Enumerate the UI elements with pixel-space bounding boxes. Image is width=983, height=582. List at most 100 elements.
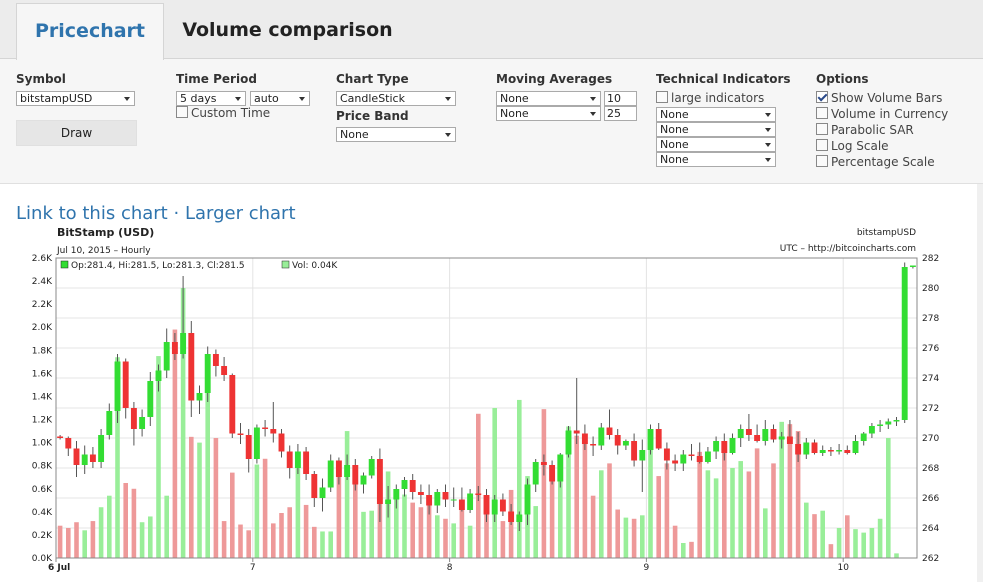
- candle-body: [852, 441, 859, 453]
- candle-body: [868, 426, 875, 434]
- time-period-select[interactable]: 5 days: [176, 91, 246, 106]
- candle-body: [844, 450, 851, 453]
- volume-bar: [230, 472, 235, 558]
- candle-body: [639, 450, 646, 461]
- indicator-select-4[interactable]: None: [656, 152, 776, 167]
- candle-body: [98, 435, 105, 462]
- symbol-select[interactable]: bitstampUSD: [16, 91, 135, 106]
- volume-bar: [57, 525, 63, 558]
- candle-body: [344, 465, 351, 477]
- volume-bar: [615, 509, 620, 558]
- indicator-select-2[interactable]: None: [656, 122, 776, 137]
- candle-body: [106, 411, 113, 435]
- percentage-scale-checkbox[interactable]: [816, 155, 828, 167]
- candle-body: [327, 460, 334, 488]
- large-indicators-checkbox[interactable]: [656, 91, 668, 103]
- candle-body: [647, 429, 654, 450]
- volume-bar: [131, 488, 137, 558]
- volume-bar: [238, 524, 243, 558]
- candle-body: [401, 480, 408, 489]
- volume-bar: [517, 399, 522, 558]
- ma1-period-input[interactable]: 10: [604, 91, 637, 106]
- price-tick-label: 268: [922, 464, 939, 474]
- chart-type-select[interactable]: CandleStick: [336, 91, 456, 106]
- chart-controls: Symbol bitstampUSD Draw Time Period 5 da…: [0, 60, 983, 184]
- volume-tick-label: 1.0K: [32, 439, 53, 449]
- indicator-select-1[interactable]: None: [656, 107, 776, 122]
- candle-body: [704, 451, 711, 462]
- large-indicators-label: large indicators: [671, 91, 765, 105]
- volume-bar: [541, 409, 547, 558]
- volume-bar: [787, 424, 793, 558]
- volume-bar: [672, 525, 678, 558]
- volume-bar: [303, 504, 309, 558]
- time-period-label: Time Period: [176, 72, 257, 86]
- technical-indicators-label: Technical Indicators: [656, 72, 791, 86]
- volume-bar: [123, 483, 128, 558]
- price-tick-label: 276: [922, 344, 939, 354]
- parabolic-sar-checkbox[interactable]: [816, 123, 828, 135]
- volume-bar: [279, 513, 284, 558]
- larger-chart-link[interactable]: Larger chart: [185, 203, 296, 224]
- page-scrollbar[interactable]: [977, 184, 983, 582]
- indicator-select-3[interactable]: None: [656, 137, 776, 152]
- link-to-chart[interactable]: Link to this chart: [16, 203, 168, 224]
- volume-bar: [254, 464, 260, 558]
- candle-body: [631, 441, 638, 461]
- price-band-select[interactable]: None: [336, 127, 456, 142]
- volume-tick-label: 0.8K: [32, 462, 53, 472]
- volume-bar: [66, 528, 71, 558]
- candle-body: [901, 267, 908, 420]
- volume-bar: [640, 515, 645, 558]
- candle-body: [614, 435, 621, 446]
- candle-body: [303, 451, 310, 474]
- candle-body: [877, 424, 884, 426]
- candle-body: [573, 430, 580, 434]
- candle-body: [73, 448, 80, 465]
- candle-body: [221, 366, 228, 375]
- candle-body: [688, 454, 695, 456]
- volume-bar: [869, 528, 875, 558]
- draw-button[interactable]: Draw: [16, 120, 137, 146]
- volume-tick-label: 1.2K: [32, 416, 53, 426]
- link-separator: ·: [173, 203, 180, 224]
- interval-select[interactable]: auto: [250, 91, 310, 106]
- candle-body: [385, 499, 392, 504]
- price-chart: 282 280 278 276 274 272 270 268 266 264 262 2.6K 2.4…: [32, 226, 940, 573]
- volume-bar: [410, 502, 415, 558]
- candle-body: [770, 429, 777, 440]
- price-tick-label: 266: [922, 494, 939, 504]
- volume-bar: [533, 506, 538, 558]
- tab-bar: Pricechart Volume comparison: [0, 0, 983, 60]
- show-volume-bars-checkbox[interactable]: [816, 91, 828, 103]
- tab-pricechart[interactable]: Pricechart: [16, 3, 164, 60]
- volume-bar: [205, 389, 210, 558]
- candle-body: [885, 421, 892, 425]
- volume-tick-label: 1.8K: [32, 346, 53, 356]
- volume-bar: [90, 521, 96, 558]
- ma1-type-select[interactable]: None: [496, 91, 601, 106]
- candle-body: [491, 499, 498, 515]
- volume-bar: [582, 438, 588, 558]
- candle-body: [270, 429, 277, 434]
- candle-body: [483, 495, 490, 515]
- price-tick-label: 270: [922, 434, 939, 444]
- x-tick-label: 6 Jul: [48, 563, 70, 573]
- price-tick-label: 274: [922, 374, 939, 384]
- custom-time-checkbox[interactable]: [176, 106, 188, 118]
- candle-body: [499, 499, 506, 512]
- candle-body: [467, 493, 474, 510]
- ma2-type-select[interactable]: None: [496, 106, 601, 121]
- price-band-label: Price Band: [336, 109, 409, 123]
- volume-bar: [894, 553, 899, 558]
- candle-body: [294, 451, 301, 468]
- candle-body: [549, 465, 556, 482]
- volume-in-currency-checkbox[interactable]: [816, 107, 828, 119]
- moving-averages-label: Moving Averages: [496, 72, 613, 86]
- candle-body: [81, 454, 88, 465]
- log-scale-checkbox[interactable]: [816, 139, 828, 151]
- ma2-period-input[interactable]: 25: [604, 106, 637, 121]
- volume-bar: [804, 502, 809, 558]
- volume-bar: [435, 515, 440, 558]
- tab-volume-comparison[interactable]: Volume comparison: [180, 3, 395, 60]
